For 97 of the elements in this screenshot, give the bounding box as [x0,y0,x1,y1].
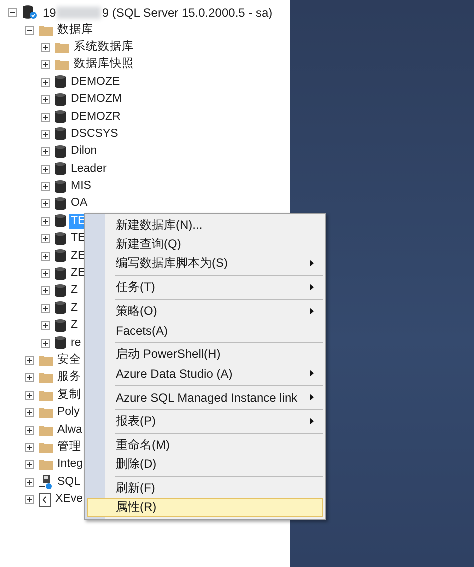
database-icon [55,214,66,228]
database-icon [55,110,66,124]
database-icon [55,232,66,246]
database-icon [55,266,66,281]
database-icon [55,284,66,298]
expand-icon[interactable] [24,442,34,452]
expand-icon[interactable] [41,269,50,278]
menu-item[interactable]: Azure SQL Managed Instance link [87,388,323,407]
database-icon [55,336,66,350]
tree-item[interactable]: Alwa [56,422,84,438]
expand-icon[interactable] [41,199,50,208]
menu-item[interactable]: 属性(R) [87,498,323,517]
expand-icon[interactable] [41,252,50,261]
database-icon [55,249,66,264]
tree-item[interactable]: 数据库 [56,22,96,38]
menu-item[interactable]: 报表(P) [87,412,323,431]
event-icon [38,492,50,507]
expand-icon[interactable] [41,182,50,192]
tree-item[interactable]: 服务 [56,370,84,386]
menu-item[interactable]: 刷新(F) [87,479,323,498]
database-icon [55,301,66,316]
tree-item[interactable]: 数据库快照 [72,57,136,72]
tree-item[interactable]: Dilon [69,144,100,160]
folder-icon [38,442,52,453]
tree-item[interactable]: DEMOZM [69,92,124,108]
expand-icon[interactable] [41,147,50,156]
expand-icon[interactable] [24,390,34,400]
expand-icon[interactable] [41,304,50,313]
menu-item[interactable]: Facets(A) [87,321,323,340]
tree-item[interactable]: Poly [56,405,82,420]
tree-item[interactable]: Z [69,283,80,298]
folder-icon [38,459,52,470]
database-icon [55,127,66,142]
expand-icon[interactable] [24,478,34,487]
expand-icon[interactable] [41,78,50,87]
database-icon [55,75,66,90]
menu-item[interactable]: 任务(T) [87,278,323,297]
menu-item[interactable]: 策略(O) [87,302,323,321]
menu-item[interactable]: 新建数据库(N)... [87,216,323,235]
tree-item[interactable]: SQL [56,474,83,490]
expand-icon[interactable] [41,216,50,226]
database-icon [55,92,66,107]
database-icon [55,162,66,176]
expand-icon[interactable] [41,321,50,330]
expand-icon[interactable] [24,495,34,504]
expand-icon[interactable] [24,460,34,470]
expand-icon[interactable] [41,95,50,104]
expand-icon[interactable] [24,373,34,382]
expand-icon[interactable] [41,286,50,296]
tree-item[interactable]: DEMOZE [69,74,122,90]
folder-icon [38,424,52,436]
tree-item[interactable]: Integ [56,457,86,472]
folder-icon [38,355,52,366]
expand-icon[interactable] [41,112,50,122]
tree-item[interactable]: DEMOZR [69,110,123,125]
tree-item[interactable]: Leader [69,162,109,177]
tree-item[interactable]: XEve [54,492,85,508]
expand-icon[interactable] [41,234,50,244]
folder-icon [38,372,52,384]
folder-icon [38,24,52,36]
folder-icon [38,407,52,418]
expand-icon[interactable] [24,356,34,365]
tree-item[interactable]: 系统数据库 [72,40,136,55]
menu-item[interactable]: 删除(D) [87,455,323,474]
folder-icon [55,42,69,53]
agent-icon [38,474,52,490]
server-node[interactable]: 19 9 (SQL Server 15.0.2000.5 - sa) [43,6,273,20]
database-icon [55,144,66,159]
expand-icon[interactable] [24,408,34,418]
expand-icon[interactable] [41,338,50,348]
collapse-icon[interactable] [8,8,17,18]
server-icon [22,5,38,20]
expand-icon[interactable] [41,130,50,139]
database-icon [55,180,66,194]
tree-item[interactable]: re [69,336,84,351]
database-icon [55,318,66,333]
expand-icon[interactable] [41,60,50,70]
tree-item[interactable]: DSCSYS [69,126,120,142]
tree-item[interactable]: 管理 [56,440,84,455]
expand-icon[interactable] [41,42,50,52]
folder-icon [38,390,52,401]
tree-item[interactable]: Z [69,318,80,334]
menu-item[interactable]: 重命名(M) [87,436,323,455]
collapse-icon[interactable] [24,26,34,35]
folder-icon [55,59,69,70]
database-icon [55,196,66,211]
menu-item[interactable]: 编写数据库脚本为(S) [87,254,323,273]
expand-icon[interactable] [41,164,50,174]
expand-icon[interactable] [24,426,34,435]
menu-item[interactable]: 启动 PowerShell(H) [87,345,323,364]
tree-item[interactable]: Z [69,300,80,316]
menu-item[interactable]: Azure Data Studio (A) [87,364,323,383]
tree-item[interactable]: 复制 [56,388,84,403]
tree-item[interactable]: OA [69,196,90,212]
tree-item[interactable]: MIS [69,179,94,194]
menu-item[interactable]: 新建查询(Q) [87,235,323,254]
tree-item[interactable]: 安全 [56,353,84,368]
